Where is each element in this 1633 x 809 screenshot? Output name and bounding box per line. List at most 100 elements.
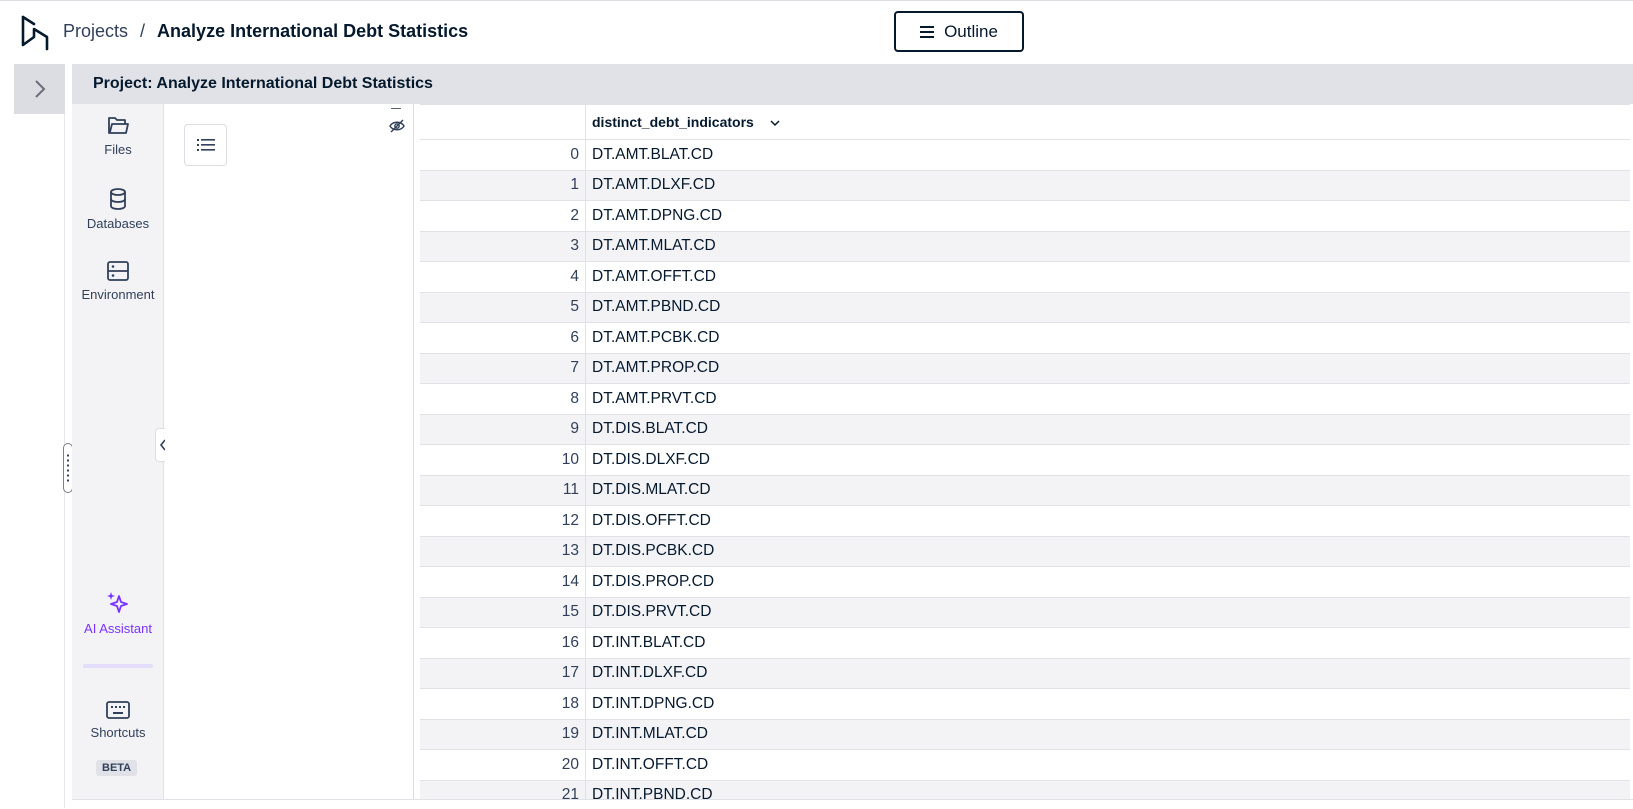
ai-assistant-active-indicator (83, 664, 153, 668)
row-value: DT.DIS.PRVT.CD (592, 603, 712, 621)
table-row: 18 DT.INT.DPNG.CD (420, 688, 1630, 719)
drag-dots-icon (67, 453, 69, 483)
row-index: 2 (420, 200, 586, 231)
keyboard-icon (106, 701, 130, 719)
row-index: 10 (420, 444, 586, 475)
table-row: 8 DT.AMT.PRVT.CD (420, 383, 1630, 414)
row-value: DT.AMT.PBND.CD (592, 298, 721, 316)
data-table: distinct_debt_indicators 0 DT.AMT.BLAT.CD… (420, 104, 1630, 799)
table-row: 12 DT.DIS.OFFT.CD (420, 505, 1630, 536)
expand-sidebar-button[interactable] (14, 64, 65, 114)
table-row: 1 DT.AMT.DLXF.CD (420, 170, 1630, 201)
table-row: 4 DT.AMT.OFFT.CD (420, 261, 1630, 292)
row-index: 0 (420, 139, 586, 170)
list-icon (196, 139, 215, 151)
partial-toolbar-icon (391, 104, 401, 109)
chevron-down-icon[interactable] (770, 120, 780, 127)
breadcrumb-projects-link[interactable]: Projects (63, 21, 128, 42)
row-value: DT.AMT.OFFT.CD (592, 267, 716, 285)
top-bar: Projects / Analyze International Debt St… (0, 0, 1633, 62)
row-value: DT.INT.PBND.CD (592, 786, 713, 799)
left-strip (14, 64, 65, 808)
table-row: 10 DT.DIS.DLXF.CD (420, 444, 1630, 475)
row-value: DT.DIS.OFFT.CD (592, 511, 711, 529)
row-index: 20 (420, 749, 586, 780)
table-row: 15 DT.DIS.PRVT.CD (420, 597, 1630, 628)
row-index: 16 (420, 627, 586, 658)
table-row: 6 DT.AMT.PCBK.CD (420, 322, 1630, 353)
row-value: DT.AMT.MLAT.CD (592, 237, 716, 255)
nav-files[interactable]: Files (72, 116, 164, 157)
outline-button-label: Outline (944, 21, 998, 41)
table-header-row: distinct_debt_indicators (420, 104, 1631, 140)
chevron-right-icon (34, 80, 45, 98)
table-row: 11 DT.DIS.MLAT.CD (420, 475, 1630, 506)
table-row: 7 DT.AMT.PROP.CD (420, 353, 1630, 384)
row-value: DT.INT.DLXF.CD (592, 664, 708, 682)
row-index: 6 (420, 322, 586, 353)
breadcrumb-current: Analyze International Debt Statistics (157, 21, 469, 41)
row-value: DT.INT.OFFT.CD (592, 755, 709, 773)
eye-off-icon[interactable] (389, 119, 405, 133)
row-index: 21 (420, 780, 586, 799)
row-index: 17 (420, 658, 586, 689)
row-value: DT.DIS.PCBK.CD (592, 542, 715, 560)
row-index: 12 (420, 505, 586, 536)
nav-ai-assistant[interactable]: AI Assistant (72, 591, 164, 636)
beta-badge: BETA (96, 760, 138, 776)
table-of-contents-button[interactable] (184, 124, 227, 166)
project-header: Project: Analyze International Debt Stat… (72, 64, 1633, 104)
table-row: 17 DT.INT.DLXF.CD (420, 658, 1630, 689)
table-row: 16 DT.INT.BLAT.CD (420, 627, 1630, 658)
row-index: 1 (420, 170, 586, 201)
table-row: 19 DT.INT.MLAT.CD (420, 719, 1630, 750)
row-value: DT.INT.DPNG.CD (592, 694, 715, 712)
table-row: 21 DT.INT.PBND.CD (420, 780, 1630, 799)
menu-icon (920, 25, 935, 38)
row-index: 15 (420, 597, 586, 628)
table-body: 0 DT.AMT.BLAT.CD 1 DT.AMT.DLXF.CD 2 DT.AMT.DP… (420, 139, 1630, 799)
table-row: 2 DT.AMT.DPNG.CD (420, 200, 1630, 231)
row-value: DT.AMT.DPNG.CD (592, 206, 723, 224)
index-header (420, 104, 586, 140)
table-row: 5 DT.AMT.PBND.CD (420, 292, 1630, 323)
row-index: 11 (420, 475, 586, 506)
table-row: 3 DT.AMT.MLAT.CD (420, 231, 1630, 262)
nav-environment-label: Environment (81, 287, 155, 302)
outline-panel (165, 104, 414, 799)
row-value: DT.DIS.MLAT.CD (592, 481, 711, 499)
row-value: DT.AMT.BLAT.CD (592, 145, 714, 163)
table-row: 0 DT.AMT.BLAT.CD (420, 139, 1630, 170)
datacamp-logo-icon[interactable] (20, 15, 50, 51)
nav-databases-label: Databases (86, 216, 150, 231)
row-index: 8 (420, 383, 586, 414)
row-value: DT.AMT.PRVT.CD (592, 389, 717, 407)
row-index: 9 (420, 414, 586, 445)
column-header-label: distinct_debt_indicators (592, 114, 754, 130)
table-row: 9 DT.DIS.BLAT.CD (420, 414, 1630, 445)
table-row: 14 DT.DIS.PROP.CD (420, 566, 1630, 597)
nav-ai-assistant-label: AI Assistant (84, 621, 152, 636)
row-value: DT.DIS.PROP.CD (592, 572, 715, 590)
row-index: 13 (420, 536, 586, 567)
row-index: 4 (420, 261, 586, 292)
row-value: DT.DIS.DLXF.CD (592, 450, 710, 468)
nav-databases[interactable]: Databases (72, 188, 164, 231)
row-index: 3 (420, 231, 586, 262)
folder-icon (108, 117, 129, 134)
database-icon (110, 188, 126, 210)
table-row: 20 DT.INT.OFFT.CD (420, 749, 1630, 780)
column-header[interactable]: distinct_debt_indicators (586, 105, 1631, 140)
row-index: 19 (420, 719, 586, 750)
nav-shortcuts-label: Shortcuts (90, 725, 146, 740)
row-value: DT.AMT.PROP.CD (592, 359, 720, 377)
row-index: 14 (420, 566, 586, 597)
nav-environment[interactable]: Environment (72, 261, 164, 302)
dataframe-output[interactable]: distinct_debt_indicators 0 DT.AMT.BLAT.CD… (420, 104, 1633, 799)
sparkle-icon (107, 592, 128, 613)
nav-shortcuts[interactable]: Shortcuts (72, 701, 164, 740)
row-value: DT.DIS.BLAT.CD (592, 420, 708, 438)
row-value: DT.INT.MLAT.CD (592, 725, 708, 743)
outline-button[interactable]: Outline (894, 11, 1024, 52)
nav-files-label: Files (104, 142, 132, 157)
